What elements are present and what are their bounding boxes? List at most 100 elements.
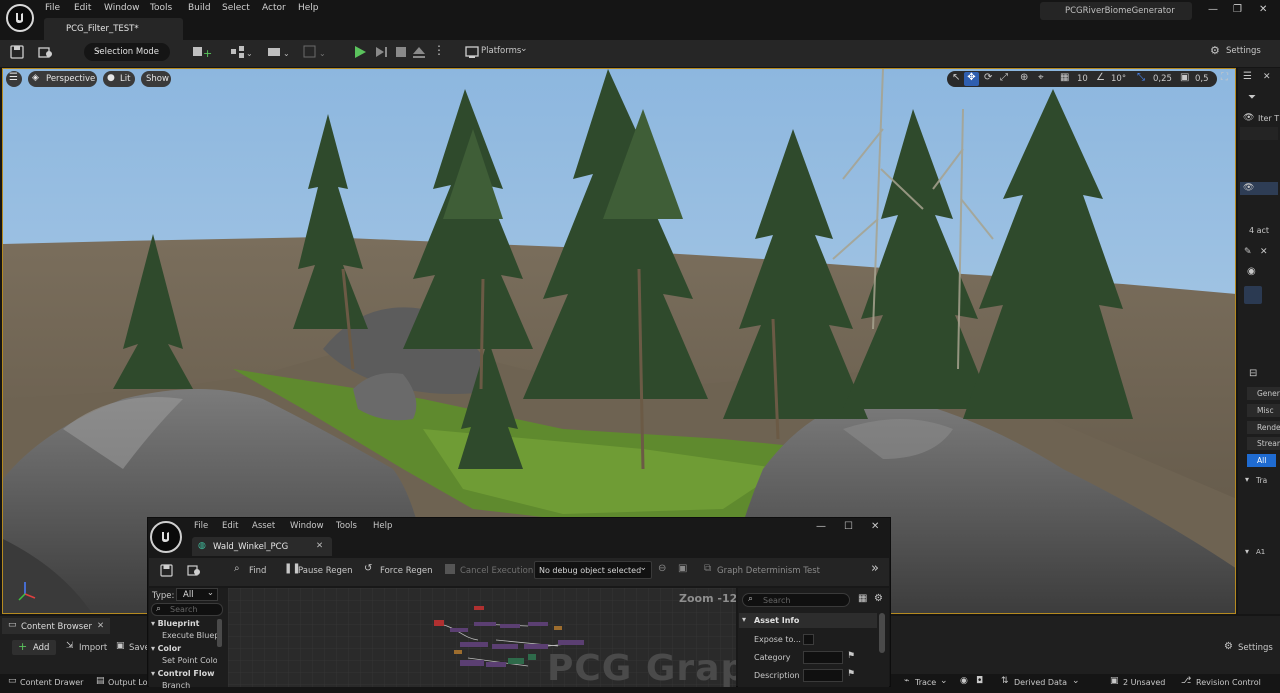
perspective-button[interactable]: ◈ Perspective xyxy=(28,71,97,87)
gear-icon[interactable]: ⚙ xyxy=(1210,44,1220,57)
details-tab-general[interactable]: Gener xyxy=(1247,387,1280,400)
palette-category[interactable]: ▾ Color xyxy=(151,644,217,656)
determinism-test-button[interactable]: Graph Determinism Test xyxy=(717,566,820,576)
tab-content-browser[interactable]: ▭ Content Browser ✕ xyxy=(2,618,110,634)
menu-select[interactable]: Select xyxy=(222,3,250,13)
palette-item[interactable]: Execute Bluep xyxy=(151,631,217,643)
minimize-icon[interactable]: — xyxy=(816,521,826,532)
close-icon[interactable]: ✕ xyxy=(871,521,879,532)
table-view-icon[interactable]: ▦ xyxy=(858,593,867,604)
rotation-snap-value[interactable]: 10° xyxy=(1111,74,1126,84)
visibility-eye-icon[interactable]: 👁 xyxy=(1243,183,1254,193)
close-icon[interactable]: ✕ xyxy=(1259,4,1267,15)
scale-icon[interactable]: ⤢ xyxy=(1000,72,1008,83)
blueprint-icon[interactable]: ⌄ xyxy=(230,44,254,60)
palette-item[interactable]: Set Point Colo xyxy=(151,656,217,668)
tab-level-document[interactable]: PCG_Filter_TEST* xyxy=(44,18,183,40)
pcg-menu-file[interactable]: File xyxy=(194,521,208,531)
close-tab-icon[interactable]: ✕ xyxy=(1263,72,1271,82)
surface-snap-icon[interactable]: ⌖ xyxy=(1038,72,1044,83)
close-tab-icon[interactable]: ✕ xyxy=(1260,247,1268,257)
menu-edit[interactable]: Edit xyxy=(74,3,91,13)
camera-speed-icon[interactable]: ▣ xyxy=(1180,72,1189,83)
palette-category[interactable]: ▾ Control Flow xyxy=(151,669,217,681)
pcg-graph-canvas[interactable]: Zoom -12 PCG Graph xyxy=(228,588,736,687)
translate-icon[interactable]: ✥ xyxy=(964,72,979,86)
selection-mode-dropdown[interactable]: Selection Mode ⌄ xyxy=(84,43,170,61)
content-settings-button[interactable]: Settings xyxy=(1238,643,1273,653)
section-toggle-icon[interactable]: ▾ xyxy=(1245,547,1249,556)
details-scrollbar[interactable] xyxy=(879,613,885,653)
visibility-eye-icon[interactable]: 👁 xyxy=(1243,113,1254,123)
world-icon[interactable]: ⊕ xyxy=(1020,72,1028,83)
camera-speed-value[interactable]: 0,5 xyxy=(1195,74,1209,84)
stop-icon[interactable] xyxy=(393,44,409,60)
trace-button[interactable]: Trace xyxy=(915,678,936,687)
pcg-menu-edit[interactable]: Edit xyxy=(222,521,238,531)
menu-build[interactable]: Build xyxy=(188,3,211,13)
filter-icon[interactable]: ⏷ xyxy=(1248,92,1256,103)
content-icon[interactable] xyxy=(38,45,54,59)
save-icon[interactable] xyxy=(10,45,24,59)
derived-data-button[interactable]: Derived Data xyxy=(1014,678,1067,687)
grid-snap-value[interactable]: 10 xyxy=(1077,74,1088,84)
debug-navigate-icon[interactable]: ⊖ xyxy=(658,563,666,574)
modes-icon[interactable]: ⌄ xyxy=(303,44,327,60)
pcg-menu-asset[interactable]: Asset xyxy=(252,521,275,531)
rotation-snap-icon[interactable]: ∠ xyxy=(1096,72,1105,83)
asset-info-section[interactable]: ▾ Asset Info xyxy=(739,613,877,628)
play-icon[interactable] xyxy=(352,44,368,60)
unreal-logo-icon[interactable] xyxy=(6,4,34,32)
platforms-button[interactable]: Platforms xyxy=(481,46,521,56)
output-log-button[interactable]: Output Lo xyxy=(108,678,148,687)
show-button[interactable]: Show xyxy=(141,71,171,87)
pcg-menu-tools[interactable]: Tools xyxy=(336,521,357,531)
type-filter-dropdown[interactable]: All ⌄ xyxy=(176,588,218,601)
palette-search-input[interactable]: ⌕ Search xyxy=(151,603,223,616)
unreal-logo-icon[interactable] xyxy=(150,521,182,553)
palette-category[interactable]: ▾ Blueprint xyxy=(151,619,217,631)
step-play-icon[interactable] xyxy=(373,44,389,60)
details-tab-streaming[interactable]: Stream xyxy=(1247,437,1280,450)
rotate-icon[interactable]: ⟳ xyxy=(984,72,992,83)
details-search-input[interactable]: ⌕ Search xyxy=(742,593,850,607)
cinematics-icon[interactable]: ⌄ xyxy=(267,44,291,60)
gear-icon[interactable]: ⚙ xyxy=(874,593,883,604)
section-toggle-icon[interactable]: ▾ xyxy=(1245,475,1249,484)
flag-icon[interactable]: ⚑ xyxy=(847,651,855,661)
import-button[interactable]: Import xyxy=(79,643,107,653)
flag-icon[interactable]: ⚑ xyxy=(847,669,855,679)
outliner-row[interactable] xyxy=(1240,127,1278,140)
actor-thumbnail[interactable] xyxy=(1244,286,1262,304)
camera-icon[interactable]: ◘ xyxy=(976,676,983,686)
debug-object-dropdown[interactable]: No debug object selected ⌄ xyxy=(534,561,652,579)
maximize-icon[interactable]: ☐ xyxy=(844,521,853,532)
gear-icon[interactable]: ⚙ xyxy=(1224,641,1233,652)
record-icon[interactable]: ◉ xyxy=(960,676,968,686)
select-arrow-icon[interactable]: ↖ xyxy=(952,72,960,83)
maximize-viewport-icon[interactable]: ⛶ xyxy=(1221,72,1228,83)
expand-toolbar-icon[interactable]: » xyxy=(871,561,879,576)
menu-help[interactable]: Help xyxy=(298,3,319,13)
debug-browse-icon[interactable]: ▣ xyxy=(678,563,687,574)
scale-snap-icon[interactable]: ⤡ xyxy=(1137,72,1145,83)
browse-icon[interactable] xyxy=(187,564,202,577)
details-tab-rendering[interactable]: Rende xyxy=(1247,421,1280,434)
settings-button[interactable]: Settings xyxy=(1226,46,1261,56)
unsaved-button[interactable]: 2 Unsaved xyxy=(1123,678,1165,687)
menu-file[interactable]: File xyxy=(45,3,60,13)
add-button[interactable]: + Add xyxy=(12,640,56,655)
menu-window[interactable]: Window xyxy=(104,3,140,13)
scale-snap-value[interactable]: 0,25 xyxy=(1153,74,1172,84)
cancel-execution-button[interactable]: Cancel Execution xyxy=(460,566,533,576)
tab-pcg-graph[interactable]: ◍ Wald_Winkel_PCG ✕ xyxy=(192,537,332,556)
revision-control-button[interactable]: Revision Control xyxy=(1196,678,1261,687)
menu-tools[interactable]: Tools xyxy=(150,3,172,13)
content-drawer-button[interactable]: Content Drawer xyxy=(20,678,83,687)
maximize-icon[interactable]: ❐ xyxy=(1233,4,1242,15)
pcg-menu-help[interactable]: Help xyxy=(373,521,392,531)
pcg-menu-window[interactable]: Window xyxy=(290,521,324,531)
viewport-options-button[interactable]: ☰ xyxy=(6,71,22,87)
details-tab-all[interactable]: All xyxy=(1247,454,1276,467)
category-field[interactable] xyxy=(803,651,843,664)
